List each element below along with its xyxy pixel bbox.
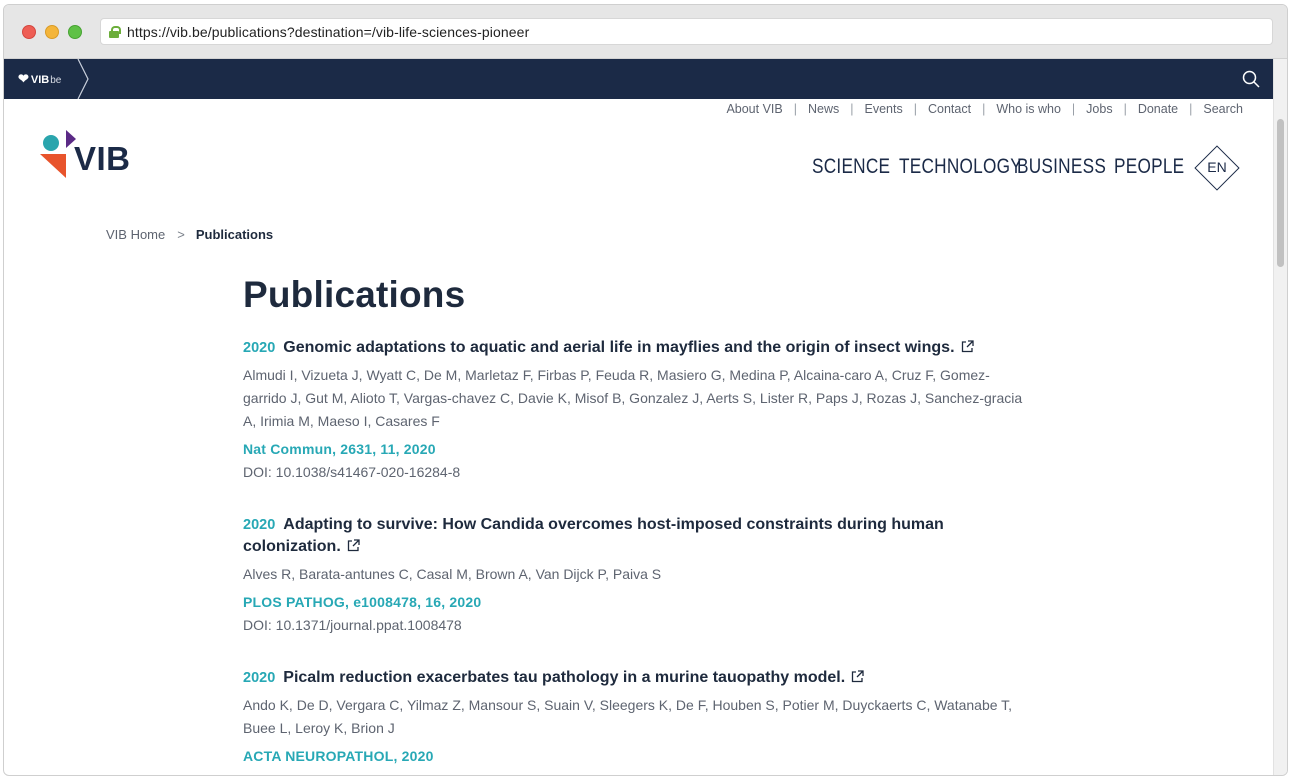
nav-science[interactable]: SCIENCE [812,155,890,179]
nav-business[interactable]: BUSINESS [1017,155,1106,179]
minimize-window-button[interactable] [45,25,59,39]
vib-be-label: VIB [30,74,50,86]
publication-journal: ACTA NEUROPATHOL, 2020 [243,748,434,764]
utility-link-news[interactable]: News [808,102,839,116]
vib-be-suffix: be [50,75,62,86]
utility-link-search[interactable]: Search [1203,102,1243,116]
vib-be-home-link[interactable]: ❤ VIB be [18,71,61,87]
language-switcher[interactable]: EN [1194,145,1240,191]
publication-heading: 2020 Genomic adaptations to aquatic and a… [243,337,1043,359]
nav-people[interactable]: PEOPLE [1114,155,1184,179]
publication-item: 2020 Picalm reduction exacerbates tau pat… [243,667,1043,767]
vib-mark-icon: ❤ [18,71,29,86]
publication-title-link[interactable]: Genomic adaptations to aquatic and aeria… [283,339,954,356]
external-link-icon[interactable] [851,670,864,683]
page-scrollbar[interactable] [1273,59,1287,775]
utility-link-about[interactable]: About VIB [726,102,782,116]
publication-heading: 2020 Picalm reduction exacerbates tau pat… [243,667,1043,689]
utility-link-jobs[interactable]: Jobs [1086,102,1112,116]
utility-nav: About VIB | News | Events | Contact | Who is… [726,102,1243,116]
utility-link-contact[interactable]: Contact [928,102,971,116]
publication-authors: Ando K, De D, Vergara C, Yilmaz Z, Manso… [243,697,1013,736]
external-link-icon[interactable] [347,539,360,552]
nav-technology[interactable]: TECHNOLOGY [899,155,1022,179]
publication-year: 2020 [243,340,276,356]
chevron-right-icon [77,59,89,99]
maximize-window-button[interactable] [68,25,82,39]
browser-toolbar: https://vib.be/publications?destination=… [4,5,1287,59]
publication-item: 2020 Genomic adaptations to aquatic and a… [243,337,1043,483]
utility-link-events[interactable]: Events [865,102,903,116]
breadcrumb-current: Publications [195,227,274,242]
address-bar[interactable]: https://vib.be/publications?destination=… [100,18,1273,45]
url-text[interactable]: https://vib.be/publications?destination=… [127,24,529,40]
publication-item: 2020 Adapting to survive: How Candida ove… [243,514,1043,636]
publication-authors: Alves R, Barata-antunes C, Casal M, Brow… [243,566,662,582]
breadcrumb-home-link[interactable]: VIB Home [106,227,165,242]
breadcrumb: VIB Home > Publications [106,227,273,242]
publication-heading: 2020 Adapting to survive: How Candida ove… [243,514,963,558]
vib-logo[interactable]: VIB [38,126,134,180]
lock-icon [109,25,121,38]
publication-doi: DOI: 10.1371/journal.ppat.1008478 [243,617,462,633]
publication-doi: DOI: 10.1038/s41467-020-16284-8 [243,464,461,480]
utility-link-donate[interactable]: Donate [1138,102,1178,116]
publication-journal: Nat Commun, 2631, 11, 2020 [243,441,436,457]
utility-link-who-is-who[interactable]: Who is who [996,102,1061,116]
language-code: EN [1207,159,1227,175]
scrollbar-thumb[interactable] [1277,119,1284,267]
page-title: Publications [243,274,466,315]
publication-authors: Almudi I, Vizueta J, Wyatt C, De M, Marl… [243,367,1023,429]
publication-year: 2020 [243,670,276,686]
vib-logo-mark-icon [40,130,76,178]
publication-title-link[interactable]: Picalm reduction exacerbates tau patholo… [283,669,845,686]
external-link-icon[interactable] [961,340,974,353]
search-icon[interactable] [1242,70,1260,88]
site-top-bar: ❤ VIB be [4,59,1274,99]
breadcrumb-separator: > [177,227,185,242]
vib-logo-text: VIB [74,140,131,177]
publication-journal: PLOS PATHOG, e1008478, 16, 2020 [243,594,482,610]
publication-year: 2020 [243,517,276,533]
close-window-button[interactable] [22,25,36,39]
